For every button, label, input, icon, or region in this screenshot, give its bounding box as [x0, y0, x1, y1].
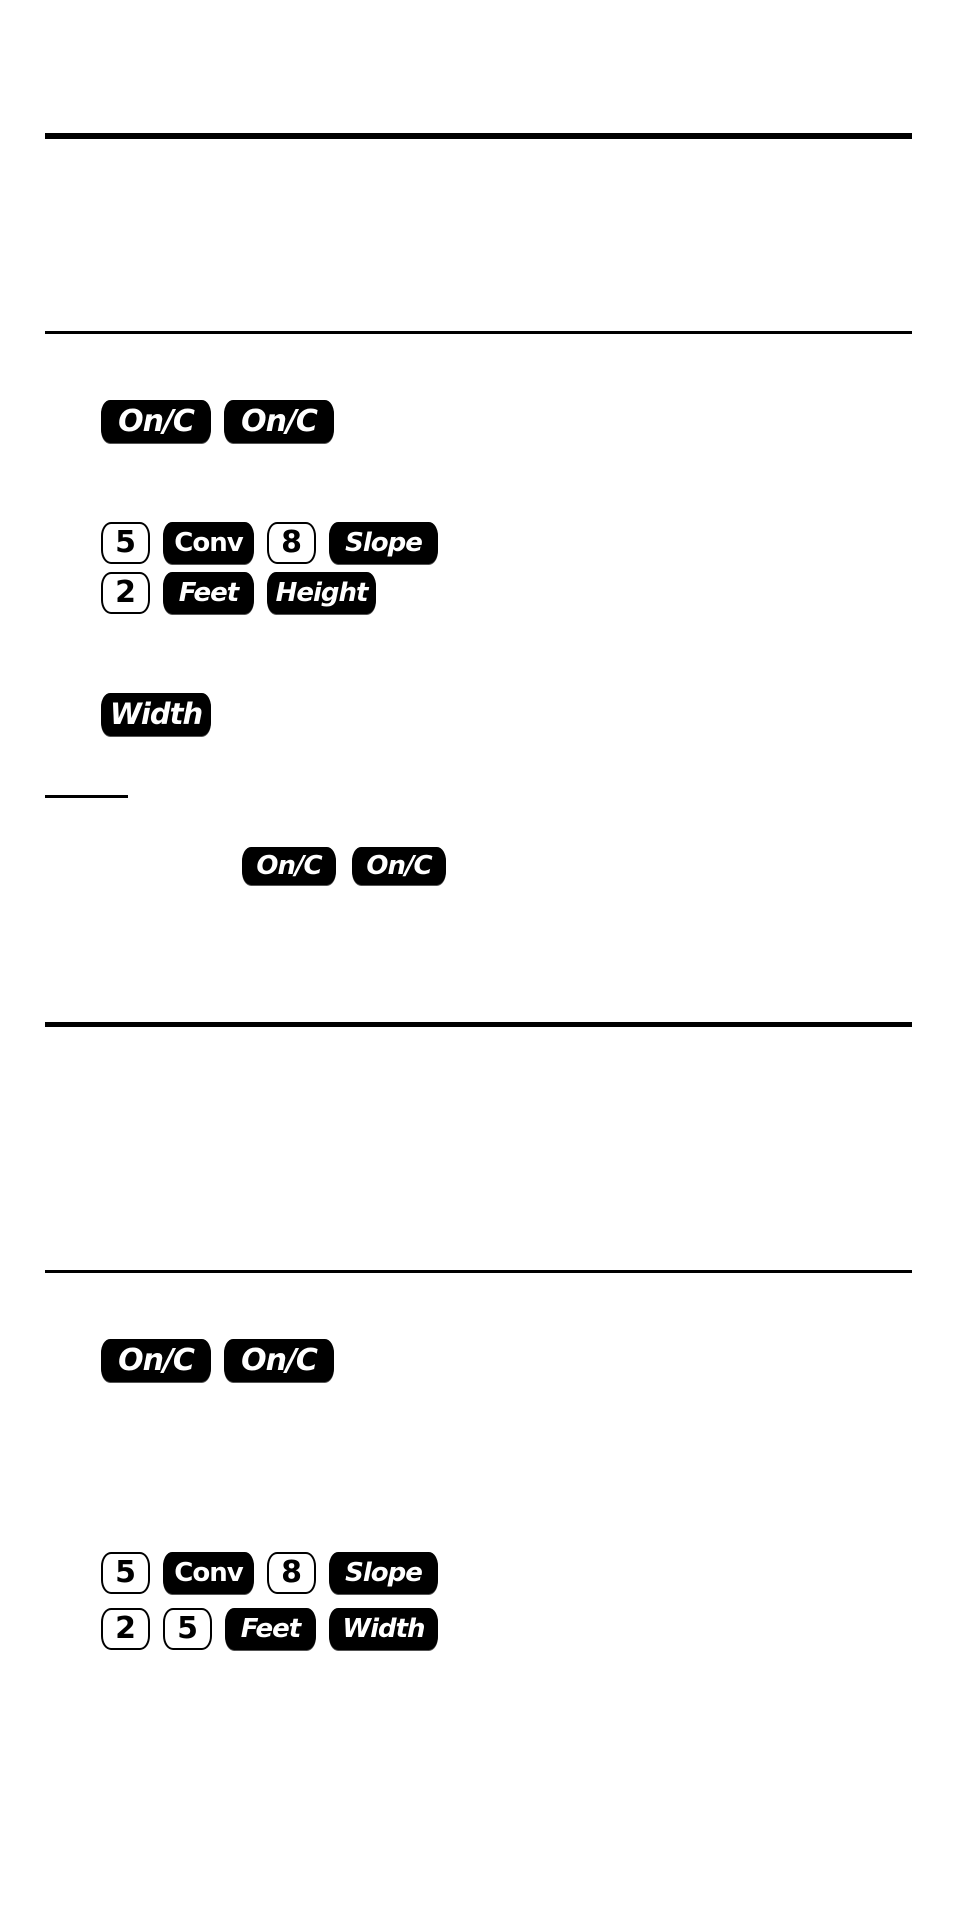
digit-2-key[interactable]: 2 [101, 572, 150, 614]
digit-5-key[interactable]: 5 [101, 522, 150, 564]
slope-key[interactable]: Slope [329, 1552, 438, 1594]
on-clear-key[interactable]: On/C [224, 400, 334, 443]
section-2-width-keys: 2 5 Feet Width [101, 1608, 438, 1650]
height-key[interactable]: Height [267, 572, 376, 614]
width-key[interactable]: Width [101, 693, 211, 736]
conv-key[interactable]: Conv [163, 1552, 254, 1594]
on-clear-key[interactable]: On/C [224, 1339, 334, 1382]
digit-8-key[interactable]: 8 [267, 1552, 316, 1594]
slope-key[interactable]: Slope [329, 522, 438, 564]
digit-8-key[interactable]: 8 [267, 522, 316, 564]
section-1-clear-keys: On/C On/C [101, 400, 334, 443]
note-rule [45, 795, 128, 798]
on-clear-key[interactable]: On/C [101, 400, 211, 443]
feet-key[interactable]: Feet [225, 1608, 316, 1650]
note-clear-keys: On/C On/C [242, 847, 446, 885]
section-2-slope-keys: 5 Conv 8 Slope [101, 1552, 438, 1594]
digit-5-key[interactable]: 5 [101, 1552, 150, 1594]
section-2-header-rule [45, 1270, 912, 1273]
on-clear-key[interactable]: On/C [101, 1339, 211, 1382]
section-1-slope-keys: 5 Conv 8 Slope [101, 522, 438, 564]
on-clear-key[interactable]: On/C [242, 847, 336, 885]
section-1-top-rule [45, 133, 912, 139]
on-clear-key[interactable]: On/C [352, 847, 446, 885]
conv-key[interactable]: Conv [163, 522, 254, 564]
digit-2-key[interactable]: 2 [101, 1608, 150, 1650]
digit-5-key[interactable]: 5 [163, 1608, 212, 1650]
width-key[interactable]: Width [329, 1608, 438, 1650]
section-2-top-rule [45, 1022, 912, 1027]
section-1-header-rule [45, 331, 912, 334]
section-2-clear-keys: On/C On/C [101, 1339, 334, 1382]
section-1-height-keys: 2 Feet Height [101, 572, 376, 614]
feet-key[interactable]: Feet [163, 572, 254, 614]
section-1-solve-keys: Width [101, 693, 211, 736]
